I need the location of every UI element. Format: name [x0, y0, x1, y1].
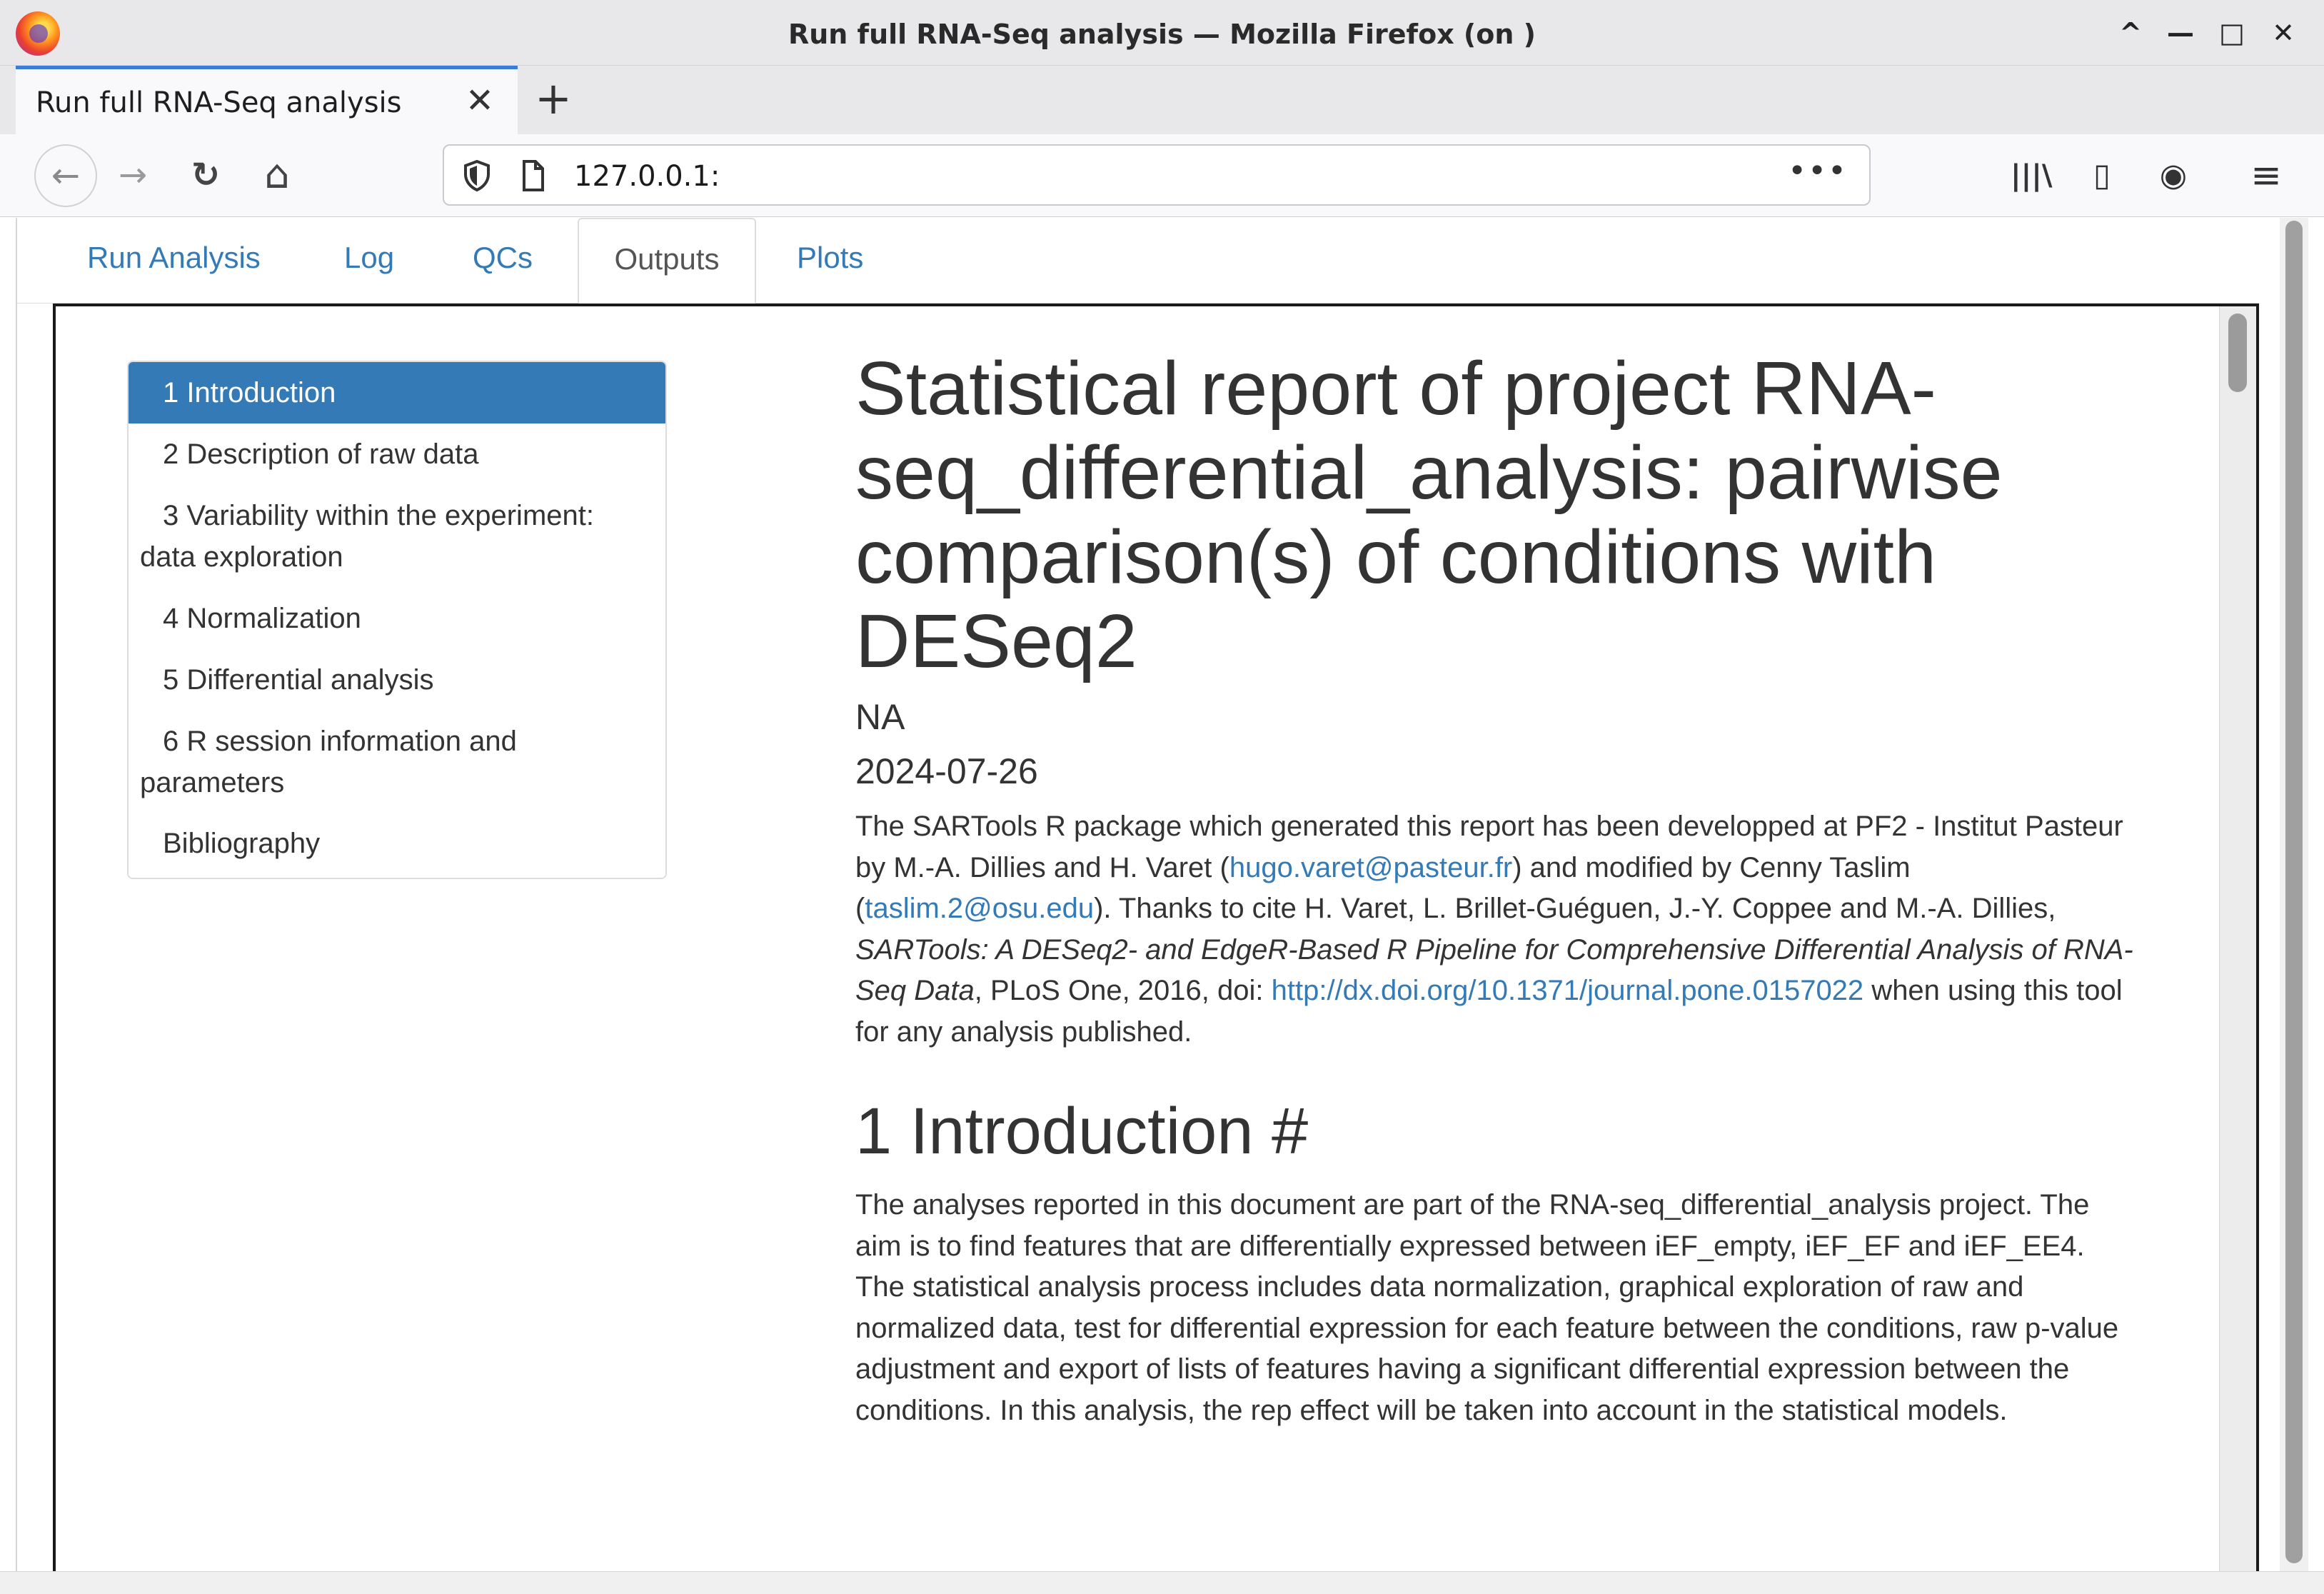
- maximize-button[interactable]: □: [2212, 13, 2252, 53]
- introduction-paragraph: The analyses reported in this document a…: [855, 1189, 2119, 1426]
- tab-run-analysis[interactable]: Run Analysis: [87, 241, 261, 275]
- window-bottom-edge: [0, 1571, 2324, 1594]
- close-tab-icon[interactable]: ✕: [460, 81, 500, 121]
- app-tab-bar: Run Analysis Log QCs Outputs Plots: [17, 218, 2259, 304]
- toc-item-raw-data[interactable]: 2 Description of raw data: [129, 433, 665, 475]
- report-scrollbar[interactable]: [2219, 306, 2256, 1572]
- browser-tab[interactable]: Run full RNA-Seq analysis ✕: [16, 66, 518, 134]
- toc-item-label: 4 Normalization: [163, 603, 361, 634]
- page-actions-icon[interactable]: •••: [1788, 153, 1848, 189]
- page-info-icon[interactable]: [515, 159, 550, 193]
- toc-item-label: 1 Introduction: [163, 377, 336, 408]
- forward-button[interactable]: →: [109, 151, 157, 200]
- email-link-varet[interactable]: hugo.varet@pasteur.fr: [1229, 852, 1512, 883]
- toc-item-normalization[interactable]: 4 Normalization: [129, 598, 665, 639]
- toc-item-label-cont: parameters: [140, 767, 285, 798]
- table-of-contents: 1 Introduction 2 Description of raw data…: [127, 361, 667, 879]
- url-bar[interactable]: 127.0.0.1: •••: [443, 144, 1871, 206]
- url-text[interactable]: 127.0.0.1:: [574, 160, 720, 193]
- browser-tabstrip: Run full RNA-Seq analysis ✕: [0, 66, 2324, 134]
- email-link-taslim[interactable]: taslim.2@osu.edu: [865, 893, 1094, 924]
- back-button[interactable]: ←: [34, 144, 97, 207]
- report-title: Statistical report of project RNA-seq_di…: [855, 346, 2003, 683]
- page-viewport: Run Analysis Log QCs Outputs Plots 1 Int…: [16, 218, 2295, 1575]
- toc-item-bibliography[interactable]: Bibliography: [129, 823, 665, 864]
- page-scrollbar-thumb[interactable]: [2285, 221, 2303, 1563]
- section-heading-introduction: 1 Introduction #: [855, 1095, 1309, 1168]
- toc-item-session-info[interactable]: 6 R session information and parameters: [129, 721, 665, 803]
- home-button[interactable]: ⌂: [253, 151, 301, 200]
- close-window-button[interactable]: ✕: [2263, 13, 2303, 53]
- toc-item-label-cont: data exploration: [140, 541, 343, 573]
- report-scrollbar-thumb[interactable]: [2228, 314, 2247, 392]
- window-up-icon[interactable]: ^: [2111, 13, 2151, 53]
- library-icon[interactable]: |||\: [2011, 156, 2052, 196]
- credits-paragraph: The SARTools R package which generated t…: [855, 806, 2141, 1053]
- menu-icon[interactable]: ≡: [2246, 156, 2286, 196]
- page-scrollbar[interactable]: [2280, 218, 2308, 1571]
- tracking-shield-icon[interactable]: [460, 159, 494, 193]
- toc-item-label: 5 Differential analysis: [163, 664, 434, 696]
- tab-plots[interactable]: Plots: [797, 241, 863, 275]
- toc-item-label: 2 Description of raw data: [163, 438, 479, 470]
- tab-outputs[interactable]: Outputs: [578, 218, 756, 304]
- report-author: NA: [855, 697, 905, 737]
- toc-item-differential-analysis[interactable]: 5 Differential analysis: [129, 659, 665, 701]
- window-titlebar: Run full RNA-Seq analysis — Mozilla Fire…: [0, 0, 2324, 66]
- doi-link[interactable]: http://dx.doi.org/10.1371/journal.pone.0…: [1272, 975, 1864, 1006]
- report-date: 2024-07-26: [855, 751, 1038, 791]
- toc-item-label: Bibliography: [163, 828, 321, 859]
- report-frame: 1 Introduction 2 Description of raw data…: [53, 304, 2259, 1575]
- window-title: Run full RNA-Seq analysis — Mozilla Fire…: [788, 19, 1536, 50]
- credits-text-4: , PLoS One, 2016, doi:: [974, 975, 1272, 1006]
- toc-item-label: 3 Variability within the experiment:: [163, 500, 594, 531]
- sidebar-icon[interactable]: ▯: [2082, 156, 2122, 196]
- credits-text-3: ). Thanks to cite H. Varet, L. Brillet-G…: [1094, 893, 2056, 924]
- reload-button[interactable]: ↻: [181, 151, 230, 200]
- navigation-toolbar: ← → ↻ ⌂ 127.0.0.1: ••• |||\ ▯ ◉ ≡: [0, 134, 2324, 217]
- toc-item-introduction[interactable]: 1 Introduction: [129, 362, 665, 423]
- account-icon[interactable]: ◉: [2153, 156, 2193, 196]
- toc-item-variability[interactable]: 3 Variability within the experiment: dat…: [129, 495, 665, 578]
- tab-qcs[interactable]: QCs: [473, 241, 533, 275]
- new-tab-button[interactable]: +: [532, 66, 575, 134]
- tab-outputs-label: Outputs: [614, 242, 720, 276]
- browser-tab-label: Run full RNA-Seq analysis: [36, 86, 402, 119]
- tab-log[interactable]: Log: [344, 241, 394, 275]
- report-content: Statistical report of project RNA-seq_di…: [855, 346, 2141, 1431]
- toc-item-label: 6 R session information and: [163, 726, 517, 757]
- minimize-button[interactable]: —: [2160, 13, 2200, 53]
